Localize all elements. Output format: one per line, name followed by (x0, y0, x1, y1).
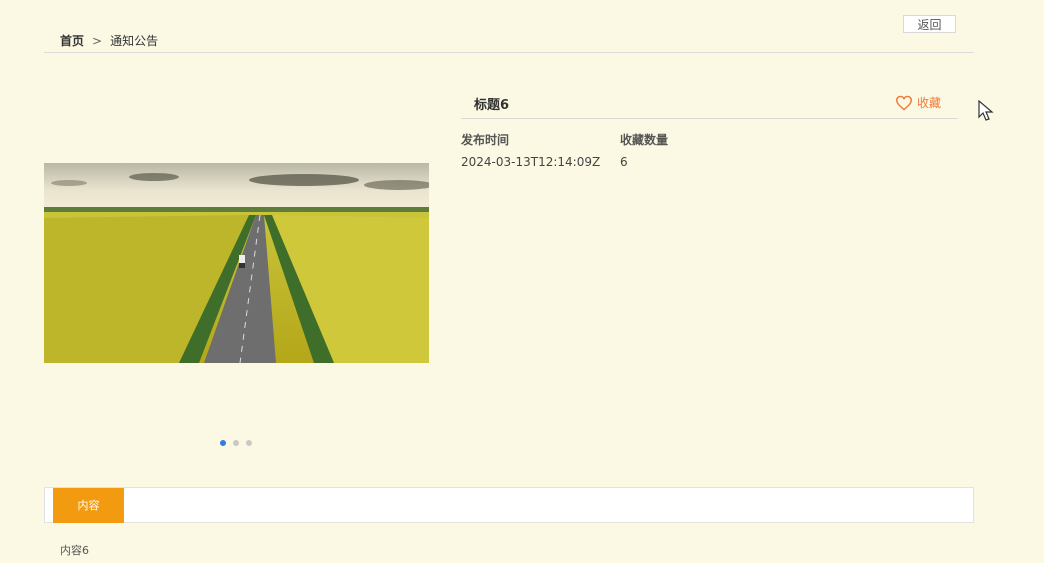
content-tab-bar: 内容 (44, 487, 974, 523)
breadcrumb-separator: > (92, 34, 103, 48)
publish-time-label: 发布时间 (461, 133, 510, 147)
breadcrumb-home-link[interactable]: 首页 (60, 34, 84, 48)
favorite-label: 收藏 (917, 96, 942, 110)
mouse-cursor-icon (978, 100, 994, 121)
breadcrumb: 首页 > 通知公告 (60, 32, 158, 49)
carousel-dot-2[interactable] (233, 440, 239, 446)
title-divider (461, 118, 958, 119)
heart-icon (895, 95, 913, 111)
publish-time-value: 2024-03-13T12:14:09Z (461, 155, 601, 169)
tab-content[interactable]: 内容 (53, 488, 124, 523)
image-carousel[interactable] (44, 163, 429, 363)
favorites-count-value: 6 (620, 155, 628, 169)
favorites-count-label: 收藏数量 (620, 133, 669, 147)
carousel-dot-1[interactable] (220, 440, 226, 446)
carousel-indicators (220, 440, 252, 446)
content-text: 内容6 (60, 544, 89, 557)
detail-title: 标题6 (474, 98, 510, 113)
breadcrumb-current: 通知公告 (110, 34, 159, 48)
carousel-dot-3[interactable] (246, 440, 252, 446)
favorite-button[interactable]: 收藏 (895, 94, 941, 111)
landscape-photo (44, 163, 429, 363)
header-divider (44, 52, 974, 53)
back-button[interactable]: 返回 (903, 15, 956, 33)
